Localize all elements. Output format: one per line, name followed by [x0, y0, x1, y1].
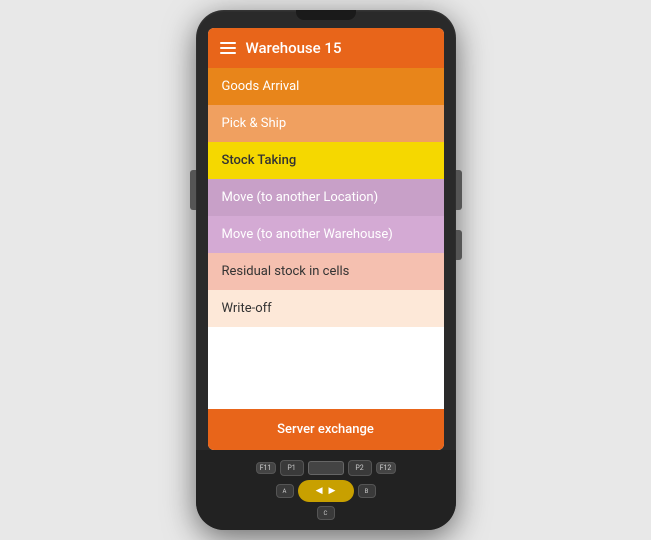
server-exchange-button[interactable]: Server exchange	[208, 409, 444, 450]
menu-item-goods-arrival[interactable]: Goods Arrival	[208, 68, 444, 105]
key-b[interactable]: B	[358, 484, 376, 498]
nav-left-icon: ◀	[316, 486, 323, 496]
menu-item-residual[interactable]: Residual stock in cells	[208, 253, 444, 290]
side-button-right-2[interactable]	[456, 230, 462, 260]
nav-cluster[interactable]: ◀ ▶	[298, 480, 354, 502]
menu-item-move-warehouse[interactable]: Move (to another Warehouse)	[208, 216, 444, 253]
nav-right-icon: ▶	[329, 486, 336, 496]
menu-item-writeoff[interactable]: Write-off	[208, 290, 444, 327]
side-button-right[interactable]	[456, 170, 462, 210]
menu-list: Goods Arrival Pick & Ship Stock Taking M…	[208, 68, 444, 409]
hamburger-menu-icon[interactable]	[220, 42, 236, 54]
menu-item-stock-taking[interactable]: Stock Taking	[208, 142, 444, 179]
keypad-row-nav: A ◀ ▶ B	[276, 480, 376, 502]
key-p1[interactable]: P1	[280, 460, 304, 476]
keypad-area: F11 P1 P2 F12 A ◀ ▶ B	[196, 450, 456, 530]
scan-button[interactable]	[308, 461, 344, 475]
device-top-bump	[296, 10, 356, 20]
key-c[interactable]: C	[317, 506, 335, 520]
side-button-left[interactable]	[190, 170, 196, 210]
device-screen: Warehouse 15 Goods Arrival Pick & Ship S…	[208, 28, 444, 450]
app-header: Warehouse 15	[208, 28, 444, 68]
app-title: Warehouse 15	[246, 39, 342, 57]
menu-item-move-location[interactable]: Move (to another Location)	[208, 179, 444, 216]
handheld-device: Warehouse 15 Goods Arrival Pick & Ship S…	[196, 10, 456, 530]
key-f11[interactable]: F11	[256, 462, 276, 474]
keypad-row-bottom: C	[317, 506, 335, 520]
keypad-row-top: F11 P1 P2 F12	[256, 460, 396, 476]
key-f12[interactable]: F12	[376, 462, 396, 474]
key-p2[interactable]: P2	[348, 460, 372, 476]
key-a[interactable]: A	[276, 484, 294, 498]
menu-item-pick-ship[interactable]: Pick & Ship	[208, 105, 444, 142]
